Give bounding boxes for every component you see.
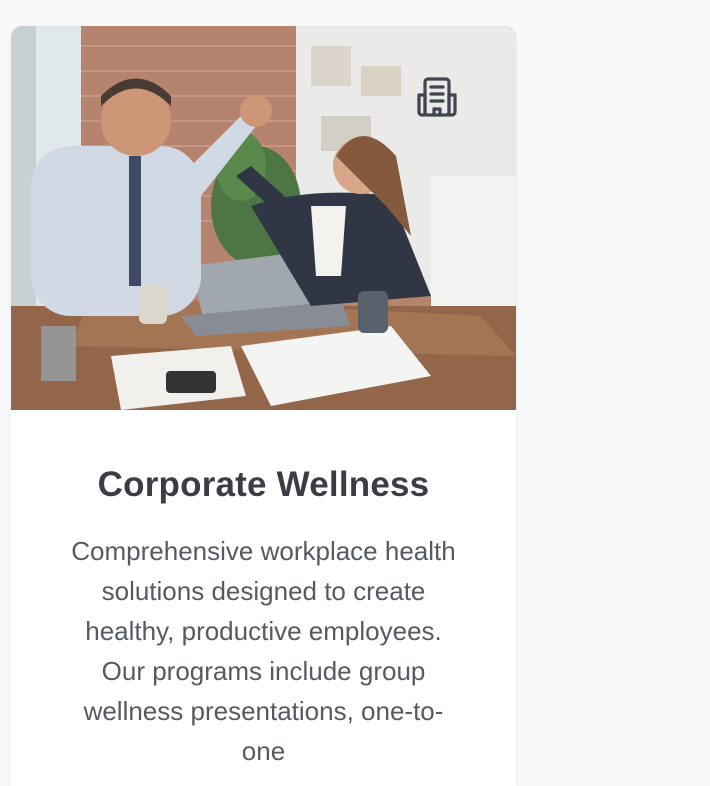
- office-building-icon: [406, 66, 468, 128]
- service-photo: [11, 26, 516, 410]
- service-card[interactable]: Corporate Wellness Comprehensive workpla…: [11, 26, 516, 786]
- card-title: Corporate Wellness: [97, 465, 430, 504]
- card-body: Corporate Wellness Comprehensive workpla…: [11, 465, 516, 771]
- card-description: Comprehensive workplace health solutions…: [71, 536, 456, 766]
